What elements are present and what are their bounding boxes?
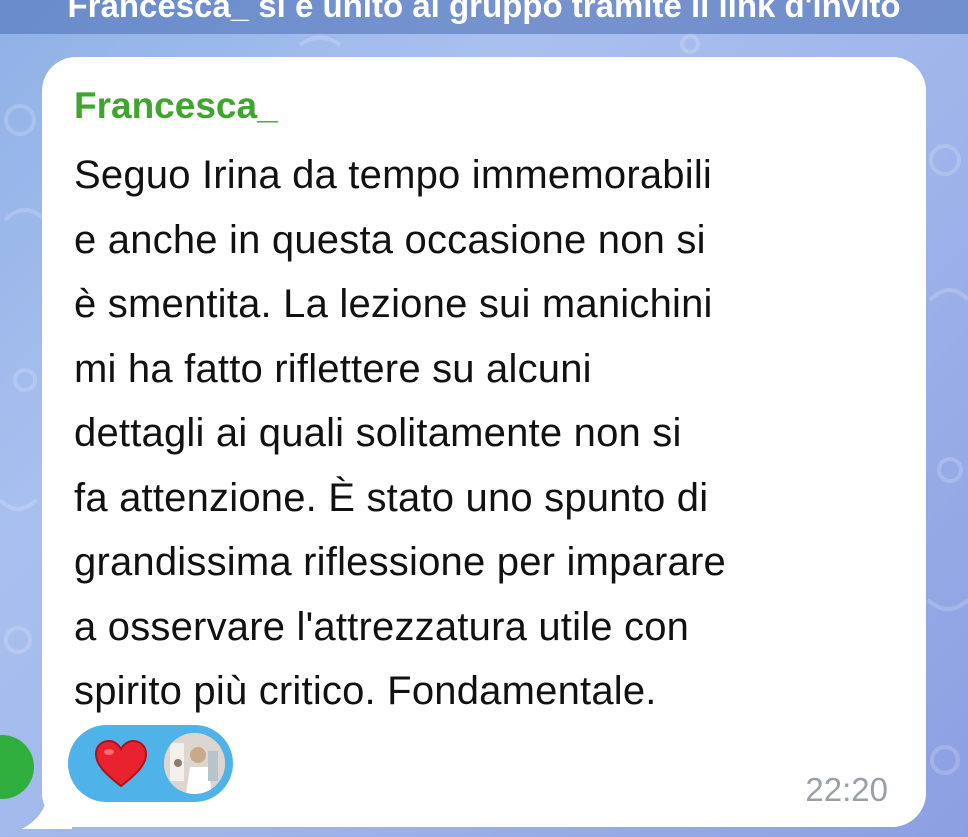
message-line: fa attenzione. È stato uno spunto di xyxy=(74,475,709,520)
message-line: e anche in questa occasione non si xyxy=(74,217,706,262)
message-line: spirito più critico. Fondamentale. xyxy=(74,669,657,713)
system-join-message: Francesca_ si è unito al gruppo tramite … xyxy=(0,0,968,34)
reactor-avatar[interactable] xyxy=(164,733,225,794)
message-line: dettagli ai quali solitamente non si xyxy=(74,411,682,455)
sender-name[interactable]: Francesca_ xyxy=(74,85,278,127)
message-line: è smentita. La lezione sui manichini xyxy=(74,282,713,326)
message-line: Seguo Irina da tempo immemorabili xyxy=(74,153,713,197)
reaction-chip[interactable] xyxy=(68,725,233,802)
red-heart-icon xyxy=(94,739,148,787)
message-bubble[interactable]: Francesca_ Seguo Irina da tempo immemora… xyxy=(42,57,926,827)
message-text: Seguo Irina da tempo immemorabili e anch… xyxy=(74,143,904,724)
sender-avatar[interactable] xyxy=(0,735,34,799)
message-time: 22:20 xyxy=(805,771,888,808)
message-line: mi ha fatto riflettere su alcuni xyxy=(74,346,592,391)
message-line: a osservare l'attrezzatura utile con xyxy=(74,604,690,649)
message-line: grandissima riflessione per imparare xyxy=(74,540,726,584)
reactor-photo xyxy=(164,733,225,794)
